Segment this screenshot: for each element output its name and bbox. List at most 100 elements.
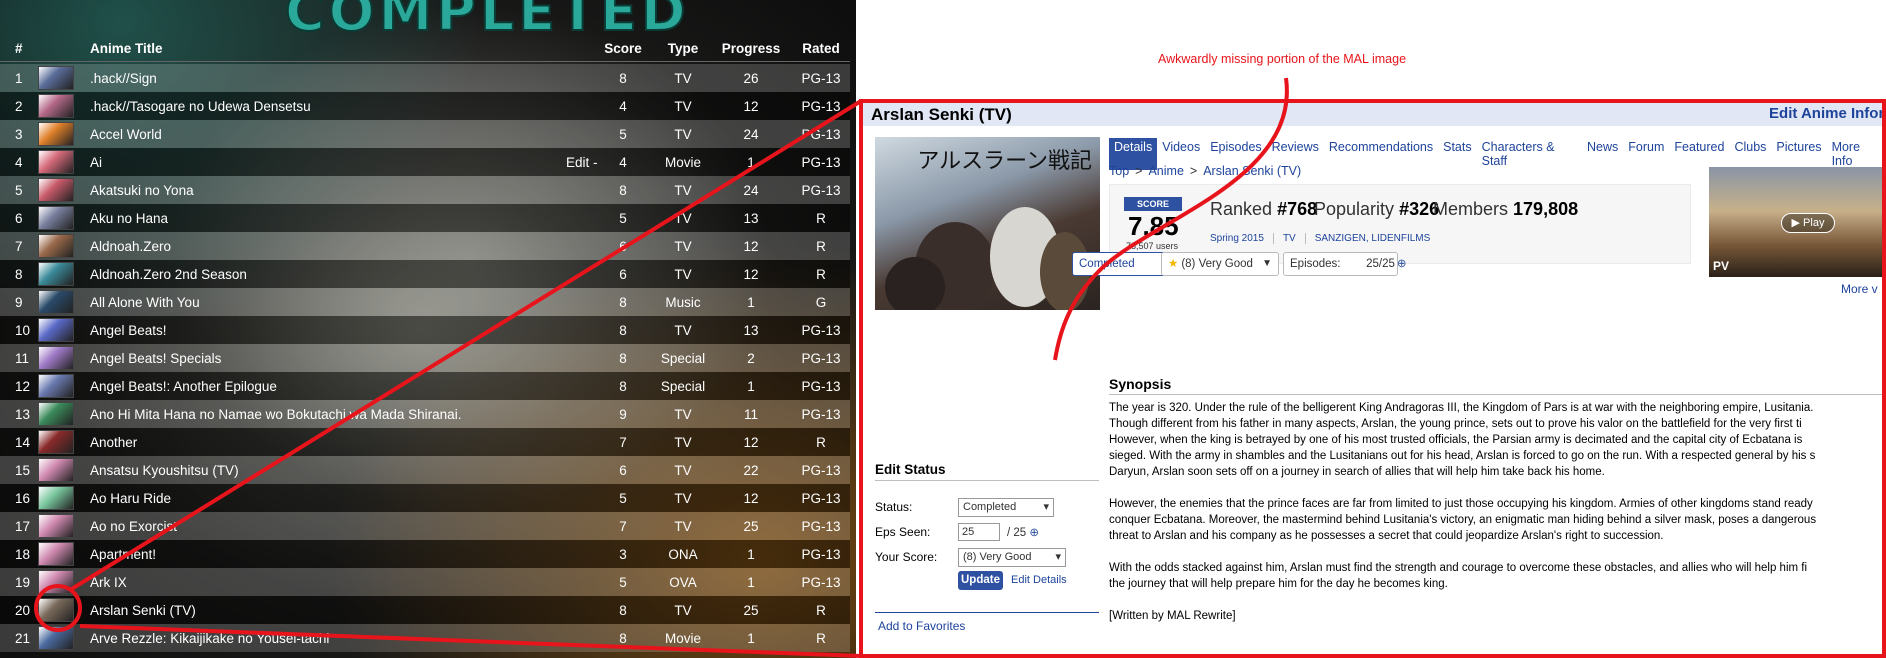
edit-details-link[interactable]: Edit Details [1011, 574, 1067, 586]
table-row[interactable]: 1 .hack//Sign 8 TV 26 PG-13 [0, 64, 850, 92]
table-row[interactable]: 13 Ano Hi Mita Hana no Namae wo Bokutachi… [0, 400, 850, 428]
anime-thumbnail[interactable] [38, 262, 74, 286]
anime-thumbnail[interactable] [38, 570, 74, 594]
anime-thumbnail[interactable] [38, 542, 74, 566]
tab-recommendations[interactable]: Recommendations [1324, 138, 1438, 170]
table-row[interactable]: 19 Ark IX 5 OVA 1 PG-13 [0, 568, 850, 596]
anime-title-link[interactable]: Angel Beats! [90, 323, 590, 338]
anime-title-link[interactable]: Ano Hi Mita Hana no Namae wo Bokutachi w… [90, 407, 590, 422]
anime-thumbnail[interactable] [38, 290, 74, 314]
anime-thumbnail[interactable] [38, 122, 74, 146]
tab-more-info[interactable]: More Info [1827, 138, 1886, 170]
anime-title-link[interactable]: Aldnoah.Zero 2nd Season [90, 267, 590, 282]
play-button[interactable]: ▶ Play [1781, 213, 1835, 233]
table-row[interactable]: 21 Arve Rezzle: Kikaijikake no Yousei-tac… [0, 624, 850, 652]
table-row[interactable]: 11 Angel Beats! Specials 8 Special 2 PG-13 [0, 344, 850, 372]
anime-thumbnail[interactable] [38, 66, 74, 90]
tab-clubs[interactable]: Clubs [1729, 138, 1771, 170]
table-row[interactable]: 16 Ao Haru Ride 5 TV 12 PG-13 [0, 484, 850, 512]
anime-title-link[interactable]: Ai [90, 155, 590, 170]
table-row[interactable]: 18 Apartment! 3 ONA 1 PG-13 [0, 540, 850, 568]
add-to-favorites-link[interactable]: Add to Favorites [875, 612, 1099, 639]
header-title[interactable]: Anime Title [90, 41, 590, 56]
anime-thumbnail[interactable] [38, 402, 74, 426]
table-row[interactable]: 15 Ansatsu Kyoushitsu (TV) 6 TV 22 PG-13 [0, 456, 850, 484]
table-row[interactable]: 6 Aku no Hana 5 TV 13 R [0, 204, 850, 232]
anime-thumbnail[interactable] [38, 346, 74, 370]
score-select[interactable]: ★ (8) Very Good ▼ [1161, 252, 1279, 276]
anime-title-link[interactable]: Ark IX [90, 575, 590, 590]
anime-thumbnail[interactable] [38, 430, 74, 454]
table-row[interactable]: 14 Another 7 TV 12 R [0, 428, 850, 456]
header-progress[interactable]: Progress [710, 41, 792, 56]
table-row[interactable]: 17 Ao no Exorcist 7 TV 25 PG-13 [0, 512, 850, 540]
table-row[interactable]: 20 Arslan Senki (TV) 8 TV 25 R [0, 596, 850, 624]
anime-thumbnail[interactable] [38, 150, 74, 174]
table-row[interactable]: 5 Akatsuki no Yona 8 TV 24 PG-13 [0, 176, 850, 204]
table-row[interactable]: 2 .hack//Tasogare no Udewa Densetsu 4 TV 12 P… [0, 92, 850, 120]
pv-video-thumbnail[interactable]: ▶ Play PV [1709, 167, 1886, 277]
tab-stats[interactable]: Stats [1438, 138, 1477, 170]
plus-circle-icon[interactable]: ⊕ [1397, 258, 1407, 270]
es-status-select[interactable]: Completed ▾ [958, 498, 1054, 517]
table-row[interactable]: 7 Aldnoah.Zero 6 TV 12 R [0, 232, 850, 260]
anime-title-link[interactable]: .hack//Tasogare no Udewa Densetsu [90, 99, 590, 114]
table-row[interactable]: 12 Angel Beats!: Another Epilogue 8 Special… [0, 372, 850, 400]
tab-pictures[interactable]: Pictures [1771, 138, 1826, 170]
anime-thumbnail[interactable] [38, 626, 74, 650]
edit-anime-info-link[interactable]: Edit Anime Informa [1769, 105, 1886, 122]
anime-thumbnail[interactable] [38, 374, 74, 398]
anime-poster[interactable]: アルスラーン戦記 [875, 137, 1100, 310]
update-button[interactable]: Update [958, 571, 1003, 590]
plus-circle-icon[interactable]: ⊕ [1029, 527, 1039, 539]
anime-title-link[interactable]: Aku no Hana [90, 211, 590, 226]
anime-title-link[interactable]: .hack//Sign [90, 71, 590, 86]
table-row[interactable]: 4 Ai Edit - 4 Movie 1 PG-13 [0, 148, 850, 176]
table-row[interactable]: 10 Angel Beats! 8 TV 13 PG-13 [0, 316, 850, 344]
anime-title-link[interactable]: All Alone With You [90, 295, 590, 310]
breadcrumb-top[interactable]: Top [1109, 164, 1129, 178]
header-score[interactable]: Score [590, 41, 656, 56]
tab-characters-staff[interactable]: Characters & Staff [1477, 138, 1582, 170]
anime-title-link[interactable]: Akatsuki no Yona [90, 183, 590, 198]
type-link[interactable]: TV [1272, 233, 1305, 244]
studio-link[interactable]: SANZIGEN, LIDENFILMS [1304, 233, 1440, 244]
tab-forum[interactable]: Forum [1623, 138, 1669, 170]
members-stat: Members 179,808 [1433, 199, 1578, 220]
es-score-select[interactable]: (8) Very Good ▾ [958, 548, 1066, 567]
anime-title-link[interactable]: Another [90, 435, 590, 450]
anime-title-link[interactable]: Ansatsu Kyoushitsu (TV) [90, 463, 590, 478]
anime-title-link[interactable]: Accel World [90, 127, 590, 142]
tab-featured[interactable]: Featured [1669, 138, 1729, 170]
anime-thumbnail[interactable] [38, 234, 74, 258]
anime-thumbnail[interactable] [38, 178, 74, 202]
anime-thumbnail[interactable] [38, 486, 74, 510]
edit-link[interactable]: Edit - [566, 155, 598, 170]
anime-title-link[interactable]: Arslan Senki (TV) [90, 603, 590, 618]
anime-thumbnail[interactable] [38, 514, 74, 538]
anime-title-link[interactable]: Ao no Exorcist [90, 519, 590, 534]
header-type[interactable]: Type [656, 41, 710, 56]
anime-thumbnail[interactable] [38, 206, 74, 230]
anime-title-link[interactable]: Aldnoah.Zero [90, 239, 590, 254]
anime-title-link[interactable]: Ao Haru Ride [90, 491, 590, 506]
table-row[interactable]: 9 All Alone With You 8 Music 1 G [0, 288, 850, 316]
anime-title-link[interactable]: Angel Beats!: Another Epilogue [90, 379, 590, 394]
breadcrumb-anime[interactable]: Anime [1148, 164, 1183, 178]
anime-thumbnail[interactable] [38, 94, 74, 118]
season-link[interactable]: Spring 2015 [1210, 233, 1273, 244]
anime-title-link[interactable]: Angel Beats! Specials [90, 351, 590, 366]
breadcrumb-current[interactable]: Arslan Senki (TV) [1203, 164, 1301, 178]
anime-thumbnail[interactable] [38, 318, 74, 342]
more-videos-link[interactable]: More v [1841, 282, 1878, 296]
anime-thumbnail[interactable] [38, 598, 74, 622]
tab-news[interactable]: News [1582, 138, 1623, 170]
table-row[interactable]: 3 Accel World 5 TV 24 PG-13 [0, 120, 850, 148]
anime-title-link[interactable]: Arve Rezzle: Kikaijikake no Yousei-tachi [90, 631, 590, 646]
anime-title-link[interactable]: Apartment! [90, 547, 590, 562]
row-rated: PG-13 [801, 406, 841, 422]
header-rated[interactable]: Rated [792, 41, 850, 56]
anime-thumbnail[interactable] [38, 458, 74, 482]
table-row[interactable]: 8 Aldnoah.Zero 2nd Season 6 TV 12 R [0, 260, 850, 288]
eps-seen-input[interactable]: 25 [958, 523, 1000, 541]
